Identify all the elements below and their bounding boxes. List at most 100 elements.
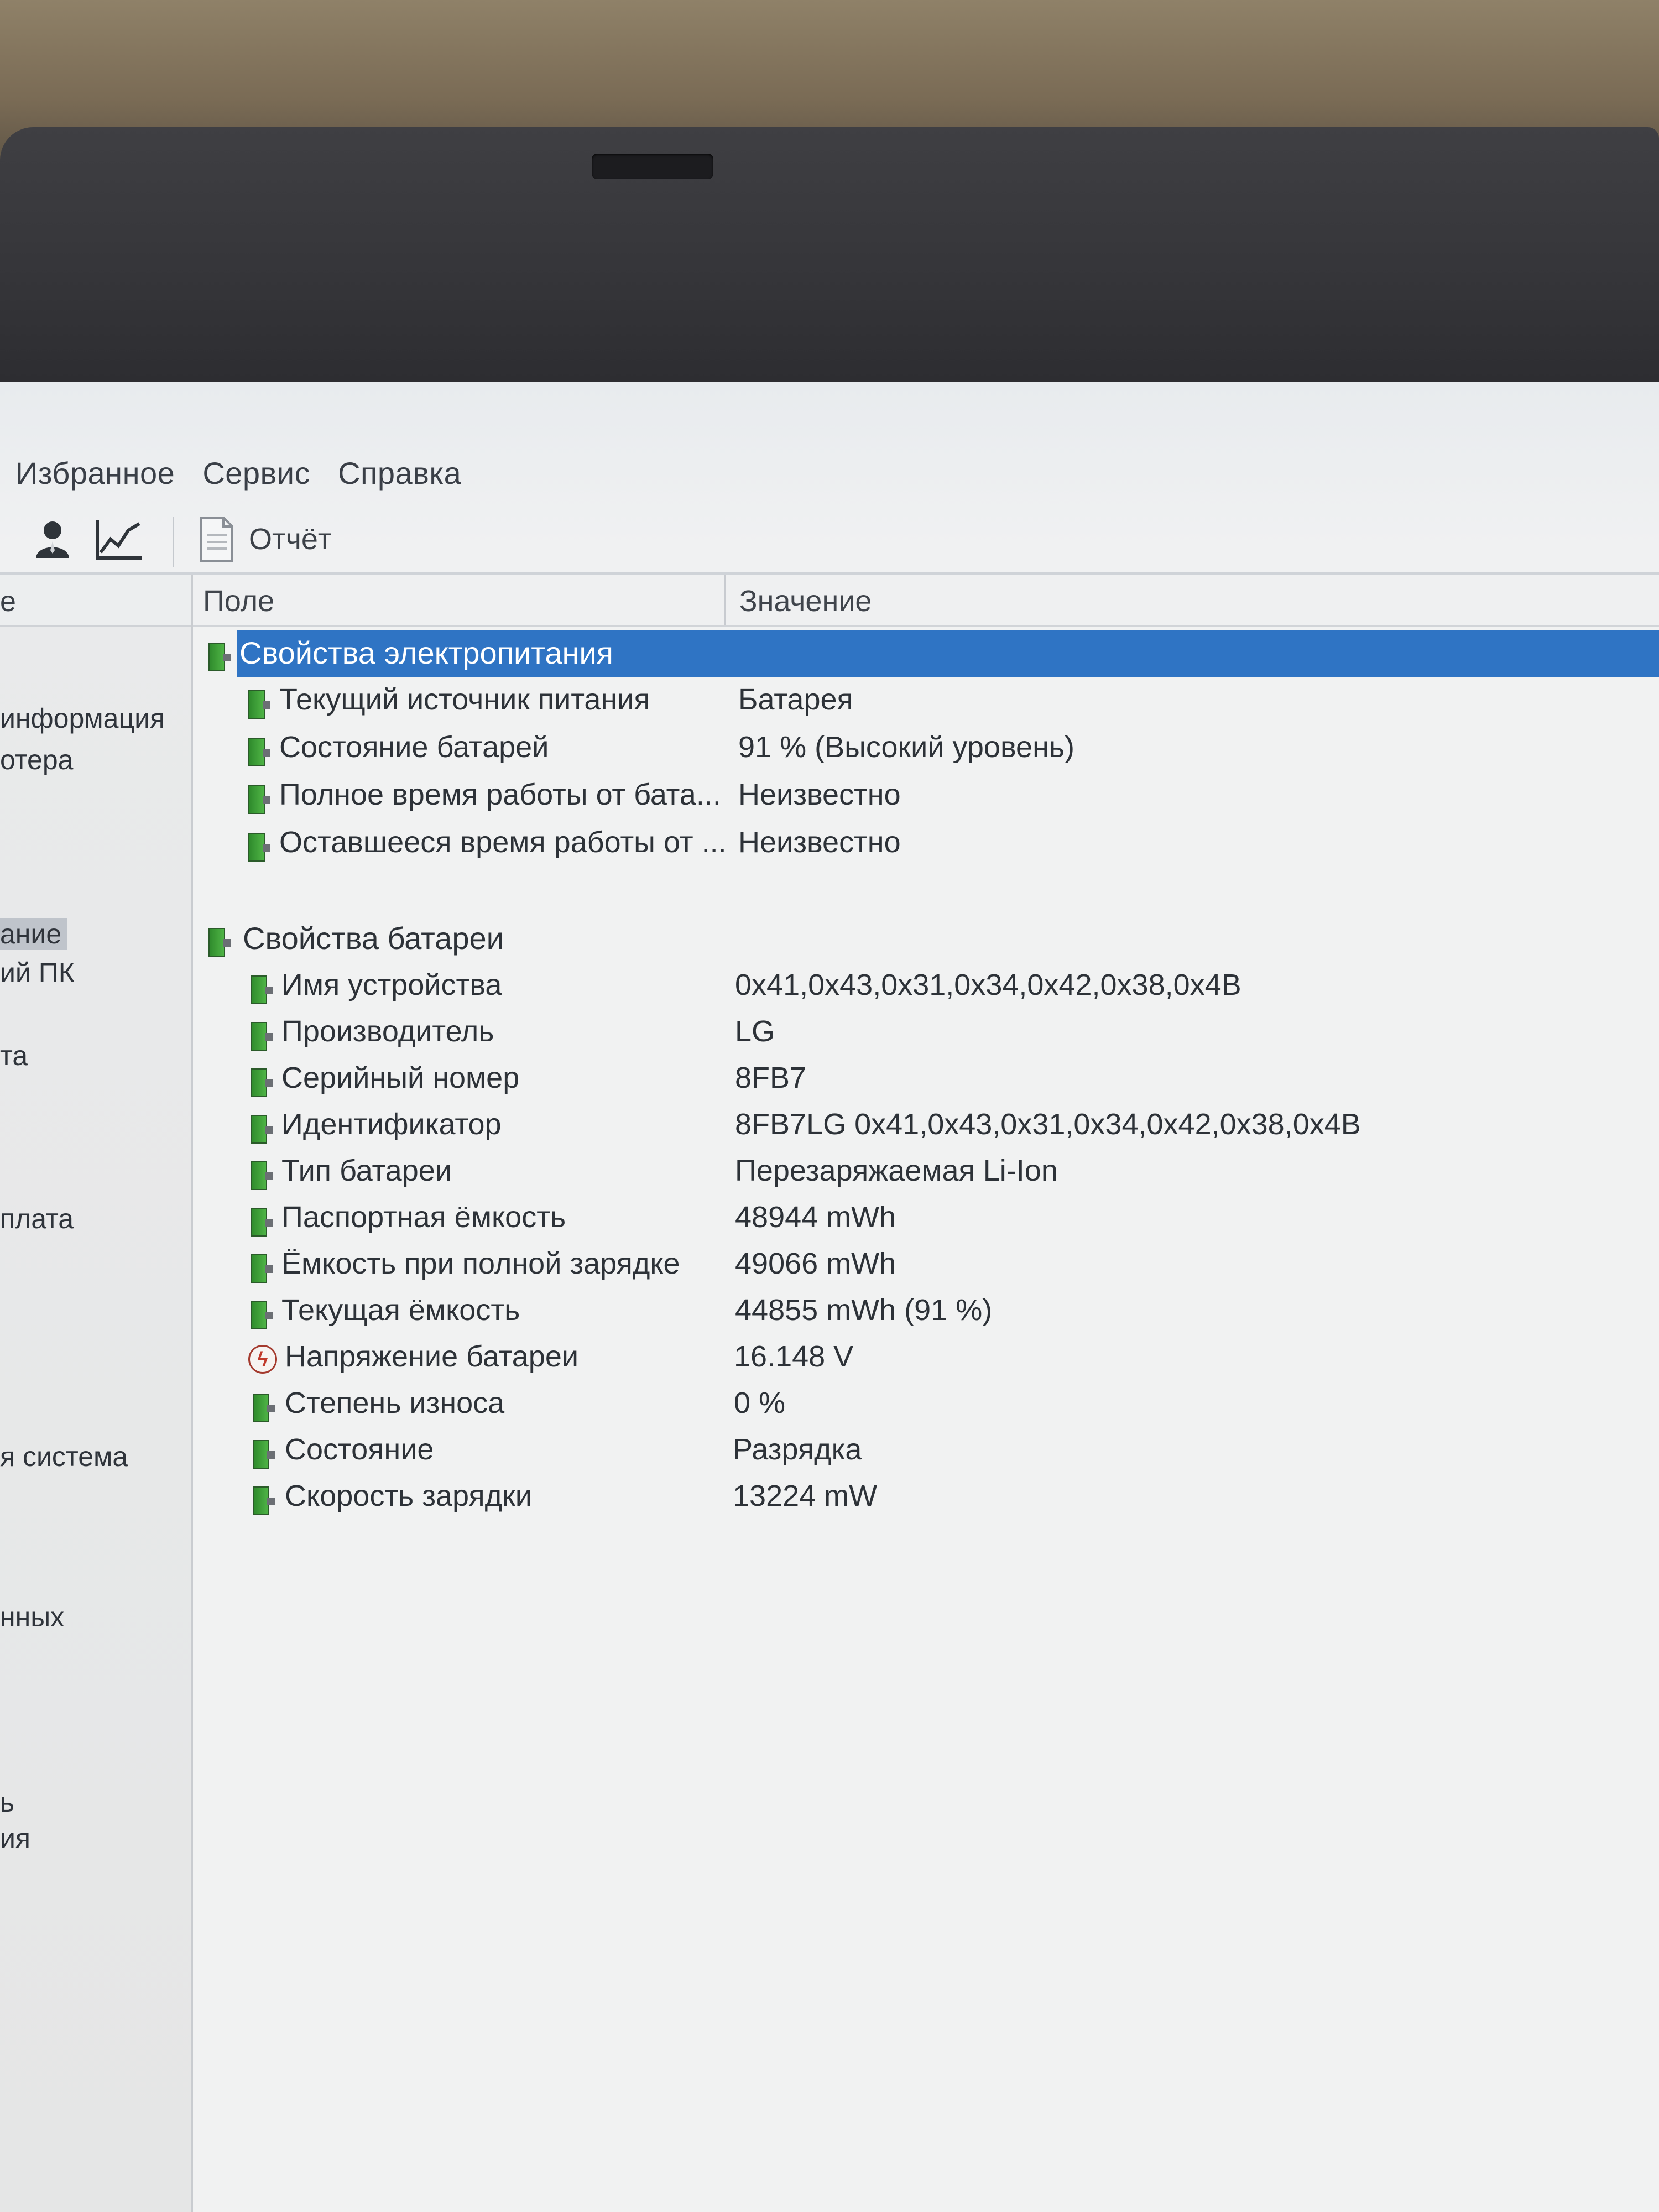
voltage-icon: ϟ [248,1344,277,1375]
tree-item-info[interactable]: информация [0,702,165,734]
row-value: 48944 mWh [735,1201,896,1234]
battery-icon [246,687,272,719]
row-field: Состояние батарей [279,731,549,764]
table-row[interactable]: ϟ Напряжение батареи 16.148 V [193,1335,1659,1381]
column-value[interactable]: Значение [739,584,872,618]
row-field: Идентификатор [281,1108,502,1141]
row-field: Имя устройства [281,968,502,1001]
row-value: LG [735,1015,775,1048]
document-icon [200,517,233,562]
row-value: Неизвестно [738,778,901,811]
row-field: Степень износа [285,1386,505,1420]
menu-bar: Избранное Сервис Справка [0,448,1659,498]
menu-help[interactable]: Справка [338,455,461,491]
user-button[interactable] [22,512,83,567]
battery-icon [206,639,232,671]
row-value: Неизвестно [738,826,901,859]
table-row[interactable]: Оставшееся время работы от ... Неизвестн… [193,821,1659,867]
tree-item-ia[interactable]: ия [0,1822,30,1854]
row-field: Серийный номер [281,1061,520,1094]
row-field: Ёмкость при полной зарядке [281,1247,680,1280]
row-value: 0x41,0x43,0x31,0x34,0x42,0x38,0x4B [735,968,1241,1001]
table-row[interactable]: Текущая ёмкость 44855 mWh (91 %) [193,1288,1659,1335]
battery-icon [248,1297,274,1329]
battery-icon [248,1065,274,1097]
battery-icon [248,1019,274,1051]
user-icon [36,521,69,558]
battery-icon [251,1437,276,1469]
battery-icon [248,1112,274,1144]
battery-icon [246,830,272,862]
left-tree-panel: е информация отера ание ий ПК та плата я… [0,575,193,2212]
battery-icon [248,1251,274,1283]
tree-item-motherboard[interactable]: плата [0,1203,74,1235]
row-value: 13224 mW [733,1479,878,1512]
app-window: Избранное Сервис Справка Отчёт е информа… [0,382,1659,2212]
table-row[interactable]: Идентификатор 8FB7LG 0x41,0x43,0x31,0x34… [193,1103,1659,1149]
row-field: Паспортная ёмкость [281,1201,566,1234]
left-panel-header: е [0,575,191,627]
row-value: 49066 mWh [735,1247,896,1280]
column-field[interactable]: Поле [203,584,274,618]
row-field: Состояние [285,1433,434,1466]
table-row[interactable]: Степень износа 0 % [193,1381,1659,1428]
battery-icon [248,1204,274,1237]
tree-item-ta[interactable]: та [0,1040,28,1072]
report-button[interactable]: Отчёт [199,512,332,567]
row-value: Батарея [738,683,853,716]
table-row[interactable]: Паспортная ёмкость 48944 mWh [193,1196,1659,1242]
row-field: Оставшееся время работы от ... [279,826,727,859]
row-value: 8FB7LG 0x41,0x43,0x31,0x34,0x42,0x38,0x4… [735,1108,1361,1141]
battery-icon [246,734,272,766]
table-row[interactable]: Производитель LG [193,1010,1659,1056]
table-row[interactable]: Состояние Разрядка [193,1428,1659,1474]
menu-service[interactable]: Сервис [202,455,310,491]
toolbar-separator [173,517,174,567]
column-divider[interactable] [724,575,726,625]
row-field: Текущая ёмкость [281,1293,520,1327]
table-row[interactable]: Имя устройства 0x41,0x43,0x31,0x34,0x42,… [193,963,1659,1010]
battery-icon [251,1483,276,1515]
row-field: Текущий источник питания [279,683,650,716]
row-value: 44855 mWh (91 %) [735,1293,993,1327]
row-value: Перезаряжаемая Li-Ion [735,1154,1058,1187]
battery-icon [248,972,274,1004]
row-value: 16.148 V [734,1340,854,1373]
chart-line-icon [96,520,142,560]
row-value: 91 % (Высокий уровень) [738,731,1075,764]
menu-favorites[interactable]: Избранное [15,455,175,491]
row-field: Полное время работы от бата... [279,778,721,811]
row-value: 0 % [734,1386,786,1420]
tree-item-pc[interactable]: ий ПК [0,957,75,989]
group-battery-properties[interactable]: Свойства батареи [193,916,1659,962]
tree-item-b[interactable]: ь [0,1786,14,1818]
battery-icon [248,1158,274,1190]
report-label: Отчёт [249,523,332,556]
row-value: Разрядка [733,1433,862,1466]
table-row[interactable]: Полное время работы от бата... Неизвестн… [193,773,1659,820]
row-field: Скорость зарядки [285,1479,532,1512]
tree-item-computer[interactable]: отера [0,744,73,776]
tree-item-data[interactable]: нных [0,1601,64,1633]
toolbar: Отчёт [0,506,1659,575]
group-power-properties[interactable]: Свойства электропитания [193,630,1659,677]
table-row[interactable]: Скорость зарядки 13224 mW [193,1474,1659,1521]
battery-icon [246,782,272,814]
table-row[interactable]: Текущий источник питания Батарея [193,678,1659,724]
grid-header: Поле Значение [193,575,1659,627]
chart-button[interactable] [88,512,149,567]
table-row[interactable]: Ёмкость при полной зарядке 49066 mWh [193,1242,1659,1288]
table-row[interactable]: Состояние батарей 91 % (Высокий уровень) [193,726,1659,772]
battery-icon [251,1390,276,1422]
webcam [592,154,713,179]
group-title: Свойства электропитания [239,635,613,670]
properties-grid: Поле Значение Свойства электропитания Те… [193,575,1659,2212]
tree-item-power[interactable]: ание [0,918,67,950]
row-field: Напряжение батареи [285,1340,579,1373]
table-row[interactable]: Серийный номер 8FB7 [193,1056,1659,1103]
tree-item-os[interactable]: я система [0,1441,128,1473]
table-row[interactable]: Тип батареи Перезаряжаемая Li-Ion [193,1149,1659,1196]
group-title: Свойства батареи [243,921,504,956]
row-value: 8FB7 [735,1061,807,1094]
row-field: Тип батареи [281,1154,452,1187]
